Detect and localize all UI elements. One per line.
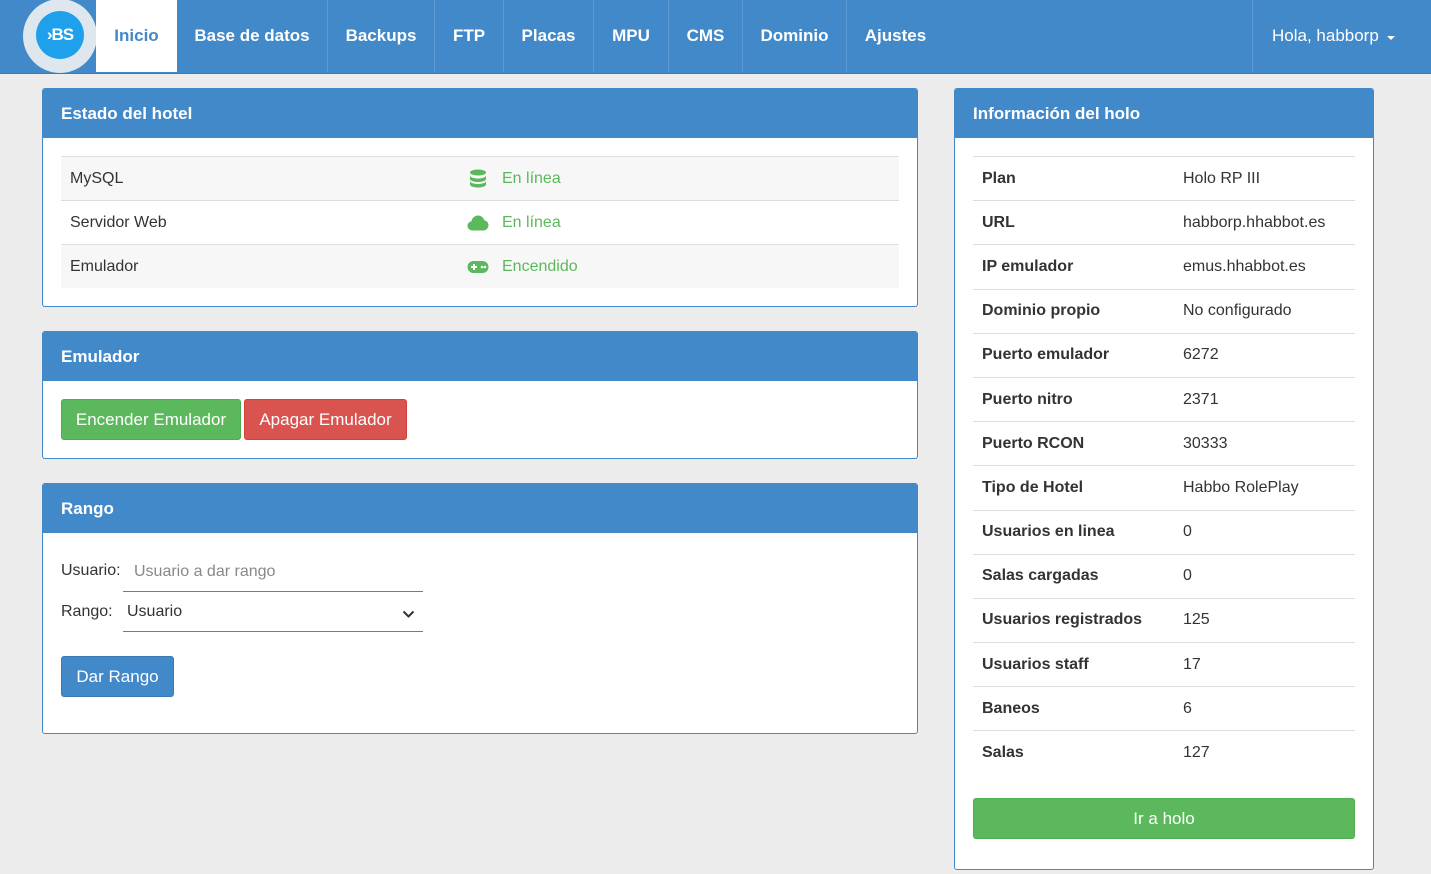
info-row-users-online: Usuarios en linea 0: [973, 509, 1355, 554]
info-value: emus.hhabbot.es: [1183, 257, 1306, 275]
info-value: 17: [1183, 655, 1201, 673]
holo-info-panel: Información del holo Plan Holo RP III URL…: [954, 88, 1374, 870]
info-row-bans: Baneos 6: [973, 686, 1355, 730]
status-value: Encendido: [502, 257, 578, 275]
info-value: 0: [1183, 523, 1192, 541]
status-row-emulator: Emulador Encendido: [61, 244, 899, 288]
info-value: 6272: [1183, 346, 1219, 364]
stop-emulator-button[interactable]: Apagar Emulador: [244, 399, 407, 440]
database-icon: [467, 169, 489, 189]
holo-info-table: Plan Holo RP III URL habborp.hhabbot.es IP…: [973, 156, 1355, 775]
logo-badge: ›BS: [36, 11, 84, 59]
nav-item-dominio[interactable]: Dominio: [743, 0, 847, 72]
info-row-emulator-port: Puerto emulador 6272: [973, 332, 1355, 377]
rank-panel: Rango Usuario: Rango: Usuario Dar Rango: [42, 483, 918, 734]
cloud-icon: [467, 215, 489, 231]
caret-down-icon: [1386, 35, 1395, 40]
info-label: Salas cargadas: [982, 567, 1099, 585]
rank-title: Rango: [43, 484, 917, 533]
emulator-title: Emulador: [43, 332, 917, 381]
holo-info-title: Información del holo: [955, 89, 1373, 138]
info-label: Usuarios registrados: [982, 611, 1143, 629]
emulator-panel: Emulador Encender Emulador Apagar Emulad…: [42, 331, 918, 459]
info-label: Puerto nitro: [982, 390, 1073, 408]
nav-item-ajustes[interactable]: Ajustes: [847, 0, 944, 72]
info-row-plan: Plan Holo RP III: [973, 156, 1355, 200]
hotel-status-table: MySQL En línea Servidor Web En línea Emu…: [61, 156, 899, 288]
nav-item-mpu[interactable]: MPU: [594, 0, 669, 72]
user-menu[interactable]: Hola, habborp: [1252, 0, 1431, 72]
info-label: URL: [982, 213, 1015, 231]
rank-select-value: Usuario: [127, 602, 183, 620]
logo[interactable]: ›BS: [23, 0, 97, 73]
nav-item-placas[interactable]: Placas: [504, 0, 594, 72]
info-label: IP emulador: [982, 257, 1074, 275]
give-rank-button[interactable]: Dar Rango: [61, 656, 174, 697]
info-row-rooms: Salas 127: [973, 730, 1355, 774]
chevron-down-icon: [402, 606, 415, 624]
info-row-rcon-port: Puerto RCON 30333: [973, 421, 1355, 465]
status-row-mysql: MySQL En línea: [61, 156, 899, 200]
info-label: Dominio propio: [982, 302, 1101, 320]
gamepad-icon: [467, 260, 489, 274]
info-value: Holo RP III: [1183, 169, 1261, 187]
info-value: 30333: [1183, 434, 1228, 452]
status-label: Servidor Web: [70, 213, 167, 231]
info-row-hotel-type: Tipo de Hotel Habbo RolePlay: [973, 465, 1355, 509]
info-label: Puerto emulador: [982, 346, 1110, 364]
info-label: Usuarios en linea: [982, 523, 1115, 541]
nav-item-cms[interactable]: CMS: [669, 0, 743, 72]
info-value: No configurado: [1183, 302, 1292, 320]
info-value: 127: [1183, 744, 1210, 762]
start-emulator-button[interactable]: Encender Emulador: [61, 399, 241, 440]
status-value: En línea: [502, 213, 561, 231]
status-value: En línea: [502, 169, 561, 187]
status-row-web-server: Servidor Web En línea: [61, 200, 899, 244]
info-row-own-domain: Dominio propio No configurado: [973, 288, 1355, 333]
hotel-status-title: Estado del hotel: [43, 89, 917, 138]
nav-item-ftp[interactable]: FTP: [435, 0, 504, 72]
go-to-holo-button[interactable]: Ir a holo: [973, 798, 1355, 839]
rank-user-input[interactable]: [123, 552, 423, 592]
user-greeting: Hola, habborp: [1272, 26, 1379, 45]
info-label: Baneos: [982, 699, 1040, 717]
info-row-rooms-loaded: Salas cargadas 0: [973, 553, 1355, 598]
info-row-registered-users: Usuarios registrados 125: [973, 597, 1355, 642]
info-label: Usuarios staff: [982, 655, 1089, 673]
hotel-status-panel: Estado del hotel MySQL En línea Servidor…: [42, 88, 918, 307]
info-row-nitro-port: Puerto nitro 2371: [973, 376, 1355, 421]
info-label: Salas: [982, 744, 1024, 762]
info-label: Puerto RCON: [982, 434, 1085, 452]
top-navbar: ›BS Inicio Base de datos Backups FTP Pla…: [0, 0, 1431, 74]
info-value: 6: [1183, 699, 1192, 717]
info-value: habborp.hhabbot.es: [1183, 213, 1326, 231]
info-row-url: URL habborp.hhabbot.es: [973, 200, 1355, 244]
info-label: Tipo de Hotel: [982, 478, 1084, 496]
status-label: Emulador: [70, 257, 139, 275]
status-label: MySQL: [70, 169, 124, 187]
info-value: 125: [1183, 611, 1210, 629]
user-field-label: Usuario:: [61, 562, 121, 579]
rank-field-label: Rango:: [61, 603, 113, 620]
info-row-staff-users: Usuarios staff 17: [973, 642, 1355, 686]
rank-select[interactable]: Usuario: [123, 592, 423, 632]
info-row-ip-emulator: IP emulador emus.hhabbot.es: [973, 244, 1355, 288]
nav-item-inicio[interactable]: Inicio: [96, 0, 177, 72]
info-value: 0: [1183, 567, 1192, 585]
nav-item-backups[interactable]: Backups: [328, 0, 435, 72]
nav-item-base-de-datos[interactable]: Base de datos: [177, 0, 328, 72]
info-label: Plan: [982, 169, 1016, 187]
info-value: Habbo RolePlay: [1183, 478, 1299, 496]
info-value: 2371: [1183, 390, 1219, 408]
